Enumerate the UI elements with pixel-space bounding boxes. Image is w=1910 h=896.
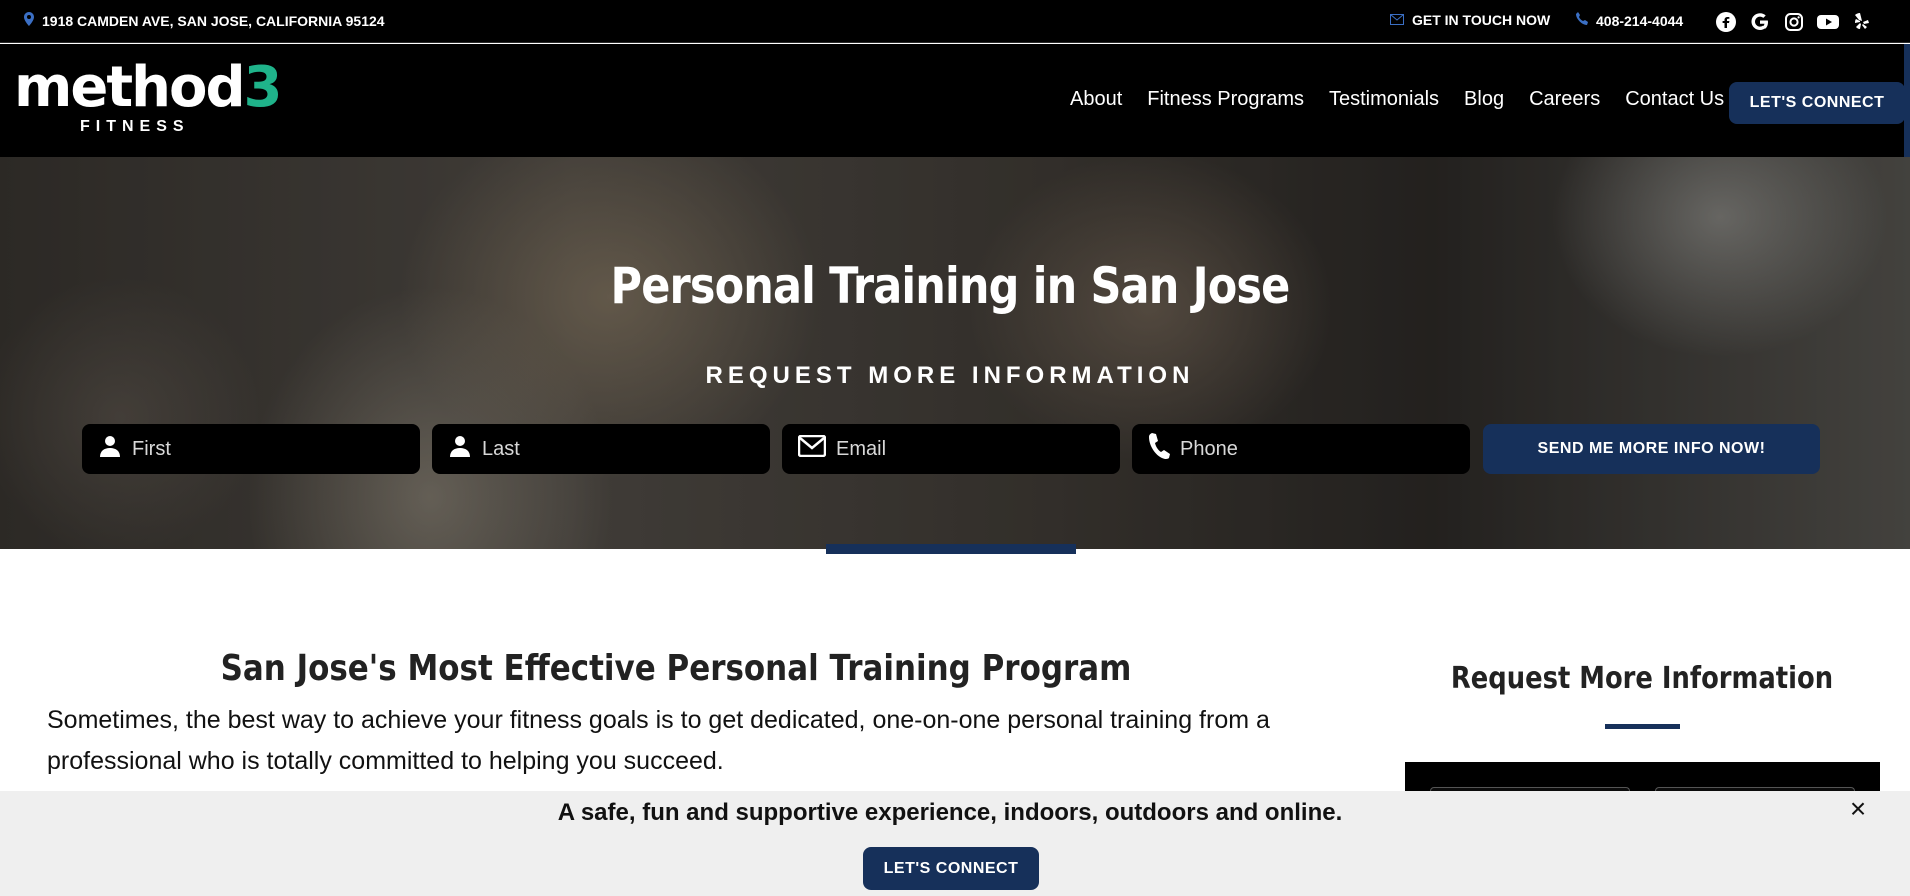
address-text: 1918 CAMDEN AVE, SAN JOSE, CALIFORNIA 95… [42,12,385,29]
nav-contact-us[interactable]: Contact Us [1625,88,1724,111]
user-icon [448,434,472,464]
get-in-touch-label: GET IN TOUCH NOW [1412,12,1551,28]
hero-title: Personal Training in San Jose [610,257,1291,315]
page: 1918 CAMDEN AVE, SAN JOSE, CALIFORNIA 95… [0,0,1910,896]
google-icon[interactable] [1748,10,1772,34]
phone-number: 408-214-4044 [1596,12,1684,29]
sidebar-title: Request More Information [1450,661,1834,696]
first-name-placeholder: First [132,437,171,460]
logo-word: method [14,55,246,120]
sidebar-divider [1605,724,1680,729]
phone-handset-icon [1148,432,1170,466]
main-intro-text: Sometimes, the best way to achieve your … [47,706,1270,775]
last-name-field[interactable]: Last [432,424,770,474]
logo-sub: FITNESS [80,118,190,135]
email-field[interactable]: Email [782,424,1120,474]
phone-icon [1576,12,1588,29]
hero-accent-bar [826,544,1076,554]
envelope-icon [797,434,827,463]
nav-careers[interactable]: Careers [1529,88,1600,111]
mail-icon [1390,12,1404,28]
logo-wordmark: method3 [14,60,282,116]
phone-field[interactable]: Phone [1132,424,1470,474]
social-links [1714,10,1874,34]
user-icon [98,434,122,464]
nav-about[interactable]: About [1070,88,1122,111]
yelp-icon[interactable] [1850,10,1874,34]
youtube-icon[interactable] [1816,10,1840,34]
email-placeholder: Email [836,437,887,460]
nav-blog[interactable]: Blog [1464,88,1504,111]
phone-placeholder: Phone [1180,437,1238,460]
logo-number: 3 [243,55,283,120]
facebook-icon[interactable] [1714,10,1738,34]
address[interactable]: 1918 CAMDEN AVE, SAN JOSE, CALIFORNIA 95… [24,12,385,29]
first-name-field[interactable]: First [82,424,420,474]
logo[interactable]: method3 FITNESS [14,60,282,140]
scroll-accent [1904,44,1910,160]
instagram-icon[interactable] [1782,10,1806,34]
main-nav: About Fitness Programs Testimonials Blog… [1070,88,1724,111]
lets-connect-button[interactable]: LET'S CONNECT [1729,82,1905,124]
phone-link[interactable]: 408-214-4044 [1576,12,1683,29]
promo-text: A safe, fun and supportive experience, i… [557,799,1343,826]
site-header: method3 FITNESS About Fitness Programs T… [0,44,1910,157]
hero-banner: Personal Training in San Jose REQUEST MO… [0,157,1910,549]
promo-connect-button[interactable]: LET'S CONNECT [863,847,1039,890]
top-bar: 1918 CAMDEN AVE, SAN JOSE, CALIFORNIA 95… [0,0,1910,43]
close-icon[interactable]: × [1846,795,1870,823]
send-info-button[interactable]: SEND ME MORE INFO NOW! [1483,424,1820,474]
main-title: San Jose's Most Effective Personal Train… [220,648,1132,689]
hero-subtitle: REQUEST MORE INFORMATION [705,362,1195,389]
map-pin-icon [24,12,34,29]
nav-fitness-programs[interactable]: Fitness Programs [1147,88,1304,111]
promo-bar: A safe, fun and supportive experience, i… [0,791,1910,896]
nav-testimonials[interactable]: Testimonials [1329,88,1439,111]
get-in-touch-link[interactable]: GET IN TOUCH NOW [1390,12,1550,28]
last-name-placeholder: Last [482,437,520,460]
